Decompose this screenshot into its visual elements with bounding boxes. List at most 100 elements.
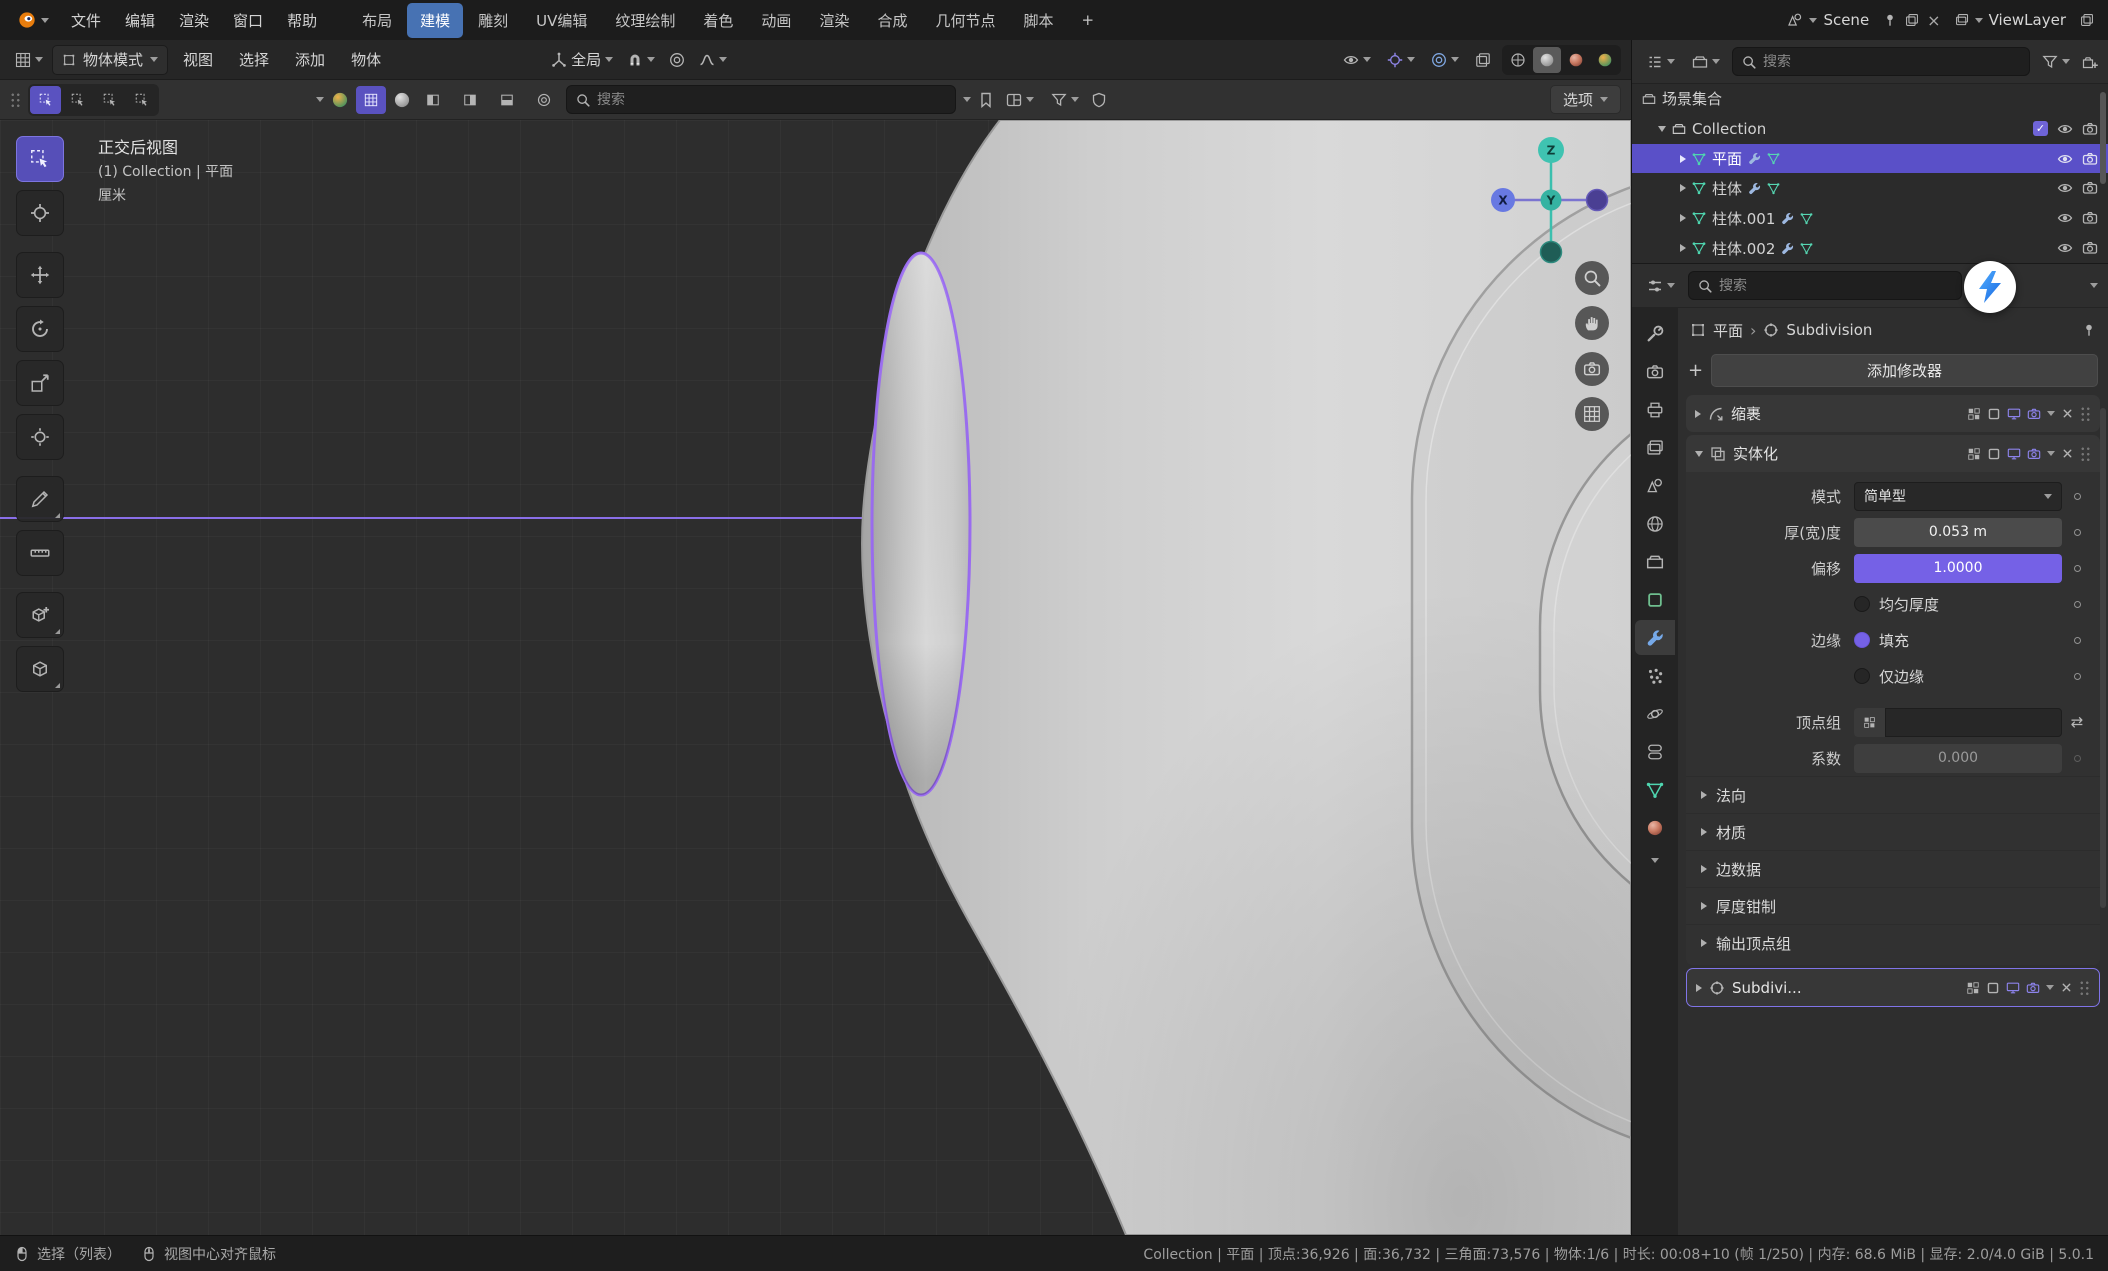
thickness-field[interactable]: 0.053 m — [1854, 518, 2062, 547]
visibility-dropdown[interactable] — [1338, 48, 1376, 72]
expand-icon[interactable] — [1696, 984, 1702, 992]
properties-search[interactable] — [1688, 271, 1962, 300]
mirror-y-button[interactable] — [455, 86, 485, 114]
workspace-tab-texture-paint[interactable]: 纹理绘制 — [602, 3, 688, 38]
modifier-header[interactable]: 实体化 — [1686, 435, 2100, 472]
offset-slider[interactable]: 1.0000 — [1854, 554, 2062, 583]
select-mode-subtract-button[interactable] — [94, 86, 125, 114]
blender-menu-button[interactable] — [10, 7, 57, 33]
outliner-item-plane[interactable]: 平面 — [1632, 144, 2108, 174]
tool-add-cube[interactable] — [16, 592, 64, 638]
collapse-icon[interactable] — [1695, 451, 1703, 457]
tab-object-data[interactable] — [1635, 772, 1675, 807]
show-in-render-toggle[interactable] — [2027, 407, 2041, 421]
menu-help[interactable]: 帮助 — [275, 5, 329, 36]
select-mode-intersect-button[interactable] — [126, 86, 157, 114]
mode-dropdown[interactable]: 物体模式 — [52, 45, 168, 75]
outliner-search[interactable] — [1732, 47, 2030, 76]
tool-rotate[interactable] — [16, 306, 64, 352]
camera-view-button[interactable] — [1575, 352, 1609, 386]
outliner-item-cylinder-001[interactable]: 柱体.001 — [1632, 203, 2108, 233]
tool-cursor[interactable] — [16, 190, 64, 236]
vertex-group-field[interactable] — [1885, 708, 2062, 737]
tab-constraints[interactable] — [1635, 734, 1675, 769]
sphere-icon[interactable] — [393, 91, 411, 109]
tab-object[interactable] — [1635, 582, 1675, 617]
animate-dot[interactable] — [2074, 755, 2081, 762]
tab-render[interactable] — [1635, 354, 1675, 389]
menu-select[interactable]: 选择 — [228, 44, 280, 75]
new-collection-icon[interactable] — [2082, 54, 2098, 70]
outliner-scrollbar[interactable] — [2100, 92, 2106, 184]
section-normals[interactable]: 法向 — [1686, 776, 2100, 813]
animate-dot[interactable] — [2074, 493, 2081, 500]
bookmark-icon[interactable] — [978, 92, 994, 108]
texture-overlay-button[interactable] — [356, 86, 386, 114]
hide-toggle-eye-icon[interactable] — [2057, 210, 2073, 226]
search-input[interactable] — [597, 92, 946, 108]
outliner-item-cylinder[interactable]: 柱体 — [1632, 173, 2108, 203]
section-materials[interactable]: 材质 — [1686, 813, 2100, 850]
outliner-item-collection[interactable]: Collection ✓ — [1632, 114, 2108, 144]
workspace-tab-scripting[interactable]: 脚本 — [1010, 3, 1066, 38]
show-in-editmode-toggle[interactable] — [1987, 407, 2001, 421]
pin-icon[interactable] — [2082, 323, 2096, 337]
show-in-render-toggle[interactable] — [2027, 447, 2041, 461]
editor-layout-button[interactable] — [1001, 88, 1039, 112]
outliner-filter-button[interactable] — [2037, 50, 2075, 74]
extras-chevron-icon[interactable] — [2047, 451, 2055, 456]
drag-grip[interactable] — [2080, 446, 2091, 462]
render-visibility-camera-icon[interactable] — [2082, 121, 2098, 137]
unlink-scene-icon[interactable]: × — [1927, 11, 1940, 30]
chevron-down-icon[interactable] — [316, 97, 324, 102]
drag-grip[interactable] — [2079, 980, 2090, 996]
tool-scale[interactable] — [16, 360, 64, 406]
modifier-header[interactable]: Subdivi... — [1687, 969, 2099, 1006]
shield-icon[interactable] — [1091, 92, 1107, 108]
show-on-cage-toggle[interactable] — [1966, 981, 1980, 995]
outliner-item-cylinder-002[interactable]: 柱体.002 — [1632, 233, 2108, 263]
breadcrumb-object[interactable]: 平面 — [1713, 320, 1743, 341]
collection-checkbox[interactable]: ✓ — [2033, 121, 2048, 136]
render-visibility-camera-icon[interactable] — [2082, 180, 2098, 196]
workspace-tab-add[interactable]: + — [1068, 4, 1107, 36]
viewport-search[interactable] — [566, 85, 956, 114]
menu-view[interactable]: 视图 — [172, 44, 224, 75]
extras-chevron-icon[interactable] — [2046, 985, 2054, 990]
hide-toggle-eye-icon[interactable] — [2057, 240, 2073, 256]
tool-extrude[interactable] — [16, 646, 64, 692]
properties-search-input[interactable] — [1719, 278, 1952, 294]
animate-dot[interactable] — [2074, 529, 2081, 536]
workspace-tab-modeling[interactable]: 建模 — [407, 3, 463, 38]
overlays-dropdown[interactable] — [1426, 48, 1464, 72]
modifier-name[interactable]: 实体化 — [1733, 443, 1778, 464]
transform-orientation-dropdown[interactable]: 全局 — [546, 45, 618, 74]
shading-material-button[interactable] — [1562, 47, 1590, 73]
shading-rendered-button[interactable] — [1591, 47, 1619, 73]
animate-dot[interactable] — [2074, 565, 2081, 572]
tab-world[interactable] — [1635, 506, 1675, 541]
mirror-x-button[interactable] — [418, 86, 448, 114]
show-in-viewport-toggle[interactable] — [2007, 407, 2021, 421]
outliner-scene-collection[interactable]: 场景集合 — [1632, 84, 2108, 114]
symmetry-button[interactable] — [529, 86, 559, 114]
menu-file[interactable]: 文件 — [59, 5, 113, 36]
menu-render[interactable]: 渲染 — [167, 5, 221, 36]
region-grip[interactable] — [10, 92, 21, 108]
mirror-z-button[interactable] — [492, 86, 522, 114]
viewport-canvas[interactable]: 正交后视图 (1) Collection | 平面 厘米 — [0, 120, 1631, 1235]
drag-grip[interactable] — [2080, 406, 2091, 422]
menu-add[interactable]: 添加 — [284, 44, 336, 75]
viewlayer-selector[interactable]: ViewLayer — [1949, 8, 2072, 32]
tab-output[interactable] — [1635, 392, 1675, 427]
invert-vertex-group-icon[interactable]: ⇄ — [2071, 713, 2084, 731]
expand-icon[interactable] — [1680, 244, 1686, 252]
axis-neg-x-ball[interactable] — [1587, 190, 1608, 211]
hide-toggle-eye-icon[interactable] — [2057, 121, 2073, 137]
scene-selector[interactable]: Scene — [1781, 8, 1875, 32]
render-visibility-camera-icon[interactable] — [2082, 210, 2098, 226]
modifier-name[interactable]: Subdivi... — [1732, 979, 1802, 997]
breadcrumb-modifier[interactable]: Subdivision — [1786, 321, 1872, 339]
gizmos-dropdown[interactable] — [1382, 48, 1420, 72]
expand-icon[interactable] — [1695, 410, 1701, 418]
